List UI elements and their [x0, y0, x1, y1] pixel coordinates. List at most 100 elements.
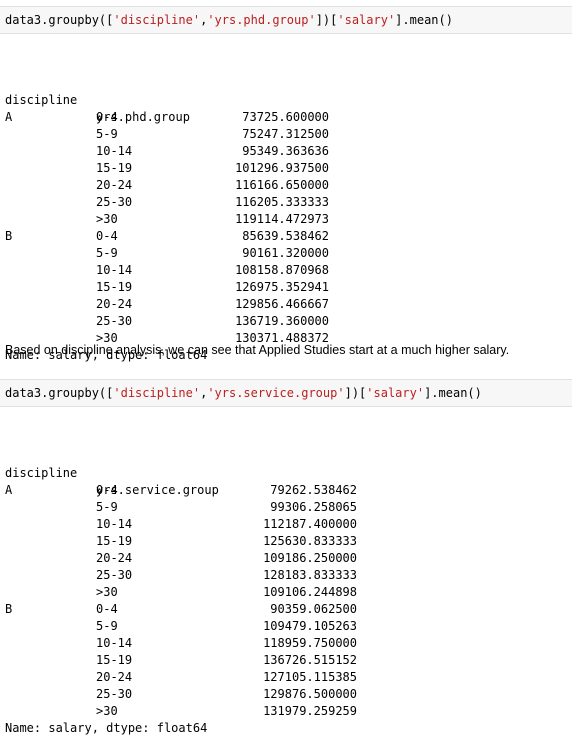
salary-value-cell: 95349.363636 [242, 144, 329, 158]
output-row: 10-14 108158.870968 [5, 262, 565, 279]
group-cell: 10-14 [96, 636, 133, 650]
output-row: 15-19 126975.352941 [5, 279, 565, 296]
salary-value-cell: 126975.352941 [235, 280, 329, 294]
group-cell: 0-4 [96, 110, 118, 124]
discipline-cell: B [5, 229, 13, 243]
group-cell: 15-19 [96, 161, 133, 175]
group-cell: 0-4 [96, 602, 118, 616]
output-row: 20-24 116166.650000 [5, 177, 565, 194]
output-row: 10-14 95349.363636 [5, 143, 565, 160]
output-header: discipline yrs.service.group [5, 448, 565, 497]
salary-value-cell: 75247.312500 [242, 127, 329, 141]
output-row: 20-24 127105.115385 [5, 669, 565, 686]
salary-value-cell: 109479.105263 [263, 619, 357, 633]
output-row: 10-14 118959.750000 [5, 635, 565, 652]
group-cell: 5-9 [96, 127, 118, 141]
markdown-text: Based on discipline analysis, we can see… [5, 343, 510, 357]
code-text: ])[ [344, 386, 367, 400]
output-row: A 0-4 79262.538462 [5, 482, 565, 499]
salary-value-cell: 108158.870968 [235, 263, 329, 277]
salary-value-cell: 109186.250000 [263, 551, 357, 565]
group-cell: 0-4 [96, 229, 118, 243]
salary-value-cell: 127105.115385 [263, 670, 357, 684]
group-cell: 25-30 [96, 568, 133, 582]
code-string: 'salary' [366, 386, 425, 400]
group-cell: 5-9 [96, 246, 118, 260]
code-cell-phd[interactable]: data3.groupby(['discipline','yrs.phd.gro… [0, 6, 572, 34]
group-cell: 15-19 [96, 534, 133, 548]
code-string: 'discipline' [113, 13, 201, 27]
code-string: 'yrs.phd.group' [207, 13, 316, 27]
group-cell: 25-30 [96, 314, 133, 328]
salary-value-cell: 85639.538462 [242, 229, 329, 243]
group-cell: >30 [96, 585, 118, 599]
output-phd: discipline yrs.phd.group A 0-4 73725.60000… [5, 41, 565, 364]
code-text: ])[ [315, 13, 338, 27]
header-col1: discipline [5, 93, 78, 107]
group-cell: 15-19 [96, 653, 133, 667]
salary-value-cell: 90359.062500 [270, 602, 357, 616]
output-row: 15-19 125630.833333 [5, 533, 565, 550]
output-footer: Name: salary, dtype: float64 [5, 720, 565, 737]
output-row: 25-30 116205.333333 [5, 194, 565, 211]
code-string: 'yrs.service.group' [207, 386, 345, 400]
salary-value-cell: 128183.833333 [263, 568, 357, 582]
group-cell: 20-24 [96, 551, 133, 565]
output-row: 15-19 136726.515152 [5, 652, 565, 669]
salary-value-cell: 129876.500000 [263, 687, 357, 701]
group-cell: 5-9 [96, 500, 118, 514]
output-row: 15-19 101296.937500 [5, 160, 565, 177]
salary-value-cell: 99306.258065 [270, 500, 357, 514]
group-cell: 25-30 [96, 195, 133, 209]
group-cell: 5-9 [96, 619, 118, 633]
salary-value-cell: 109106.244898 [263, 585, 357, 599]
output-row: B 0-4 85639.538462 [5, 228, 565, 245]
salary-value-cell: 131979.259259 [263, 704, 357, 718]
group-cell: 0-4 [96, 483, 118, 497]
code-string: 'salary' [337, 13, 396, 27]
group-cell: 10-14 [96, 517, 133, 531]
output-row: 25-30 136719.360000 [5, 313, 565, 330]
output-row: 5-9 75247.312500 [5, 126, 565, 143]
salary-value-cell: 125630.833333 [263, 534, 357, 548]
output-row: 20-24 109186.250000 [5, 550, 565, 567]
output-header: discipline yrs.phd.group [5, 75, 565, 124]
group-cell: 10-14 [96, 144, 133, 158]
output-row: A 0-4 73725.600000 [5, 109, 565, 126]
header-col1: discipline [5, 466, 78, 480]
salary-value-cell: 129856.466667 [235, 297, 329, 311]
salary-value-cell: 119114.472973 [235, 212, 329, 226]
salary-value-cell: 116205.333333 [235, 195, 329, 209]
salary-value-cell: 136726.515152 [263, 653, 357, 667]
output-row: 20-24 129856.466667 [5, 296, 565, 313]
code-cell-service[interactable]: data3.groupby(['discipline','yrs.service… [0, 379, 572, 407]
group-cell: >30 [96, 212, 118, 226]
output-row: >30 119114.472973 [5, 211, 565, 228]
code-text: ].mean() [424, 386, 482, 400]
salary-value-cell: 90161.320000 [242, 246, 329, 260]
output-row: 10-14 112187.400000 [5, 516, 565, 533]
code-text: ].mean() [395, 13, 453, 27]
output-row: 25-30 128183.833333 [5, 567, 565, 584]
code-text: data3.groupby([ [5, 13, 114, 27]
group-cell: >30 [96, 704, 118, 718]
output-row: >30 131979.259259 [5, 703, 565, 720]
output-row: 25-30 129876.500000 [5, 686, 565, 703]
salary-value-cell: 136719.360000 [235, 314, 329, 328]
output-row: B 0-4 90359.062500 [5, 601, 565, 618]
dtype-footer: Name: salary, dtype: float64 [5, 721, 208, 735]
group-cell: 20-24 [96, 297, 133, 311]
salary-value-cell: 79262.538462 [270, 483, 357, 497]
salary-value-cell: 116166.650000 [235, 178, 329, 192]
code-text: data3.groupby([ [5, 386, 114, 400]
group-cell: 25-30 [96, 687, 133, 701]
output-row: 5-9 109479.105263 [5, 618, 565, 635]
discipline-cell: A [5, 483, 13, 497]
salary-value-cell: 118959.750000 [263, 636, 357, 650]
discipline-cell: B [5, 602, 13, 616]
salary-value-cell: 112187.400000 [263, 517, 357, 531]
salary-value-cell: 101296.937500 [235, 161, 329, 175]
output-row: 5-9 99306.258065 [5, 499, 565, 516]
discipline-cell: A [5, 110, 13, 124]
group-cell: 15-19 [96, 280, 133, 294]
